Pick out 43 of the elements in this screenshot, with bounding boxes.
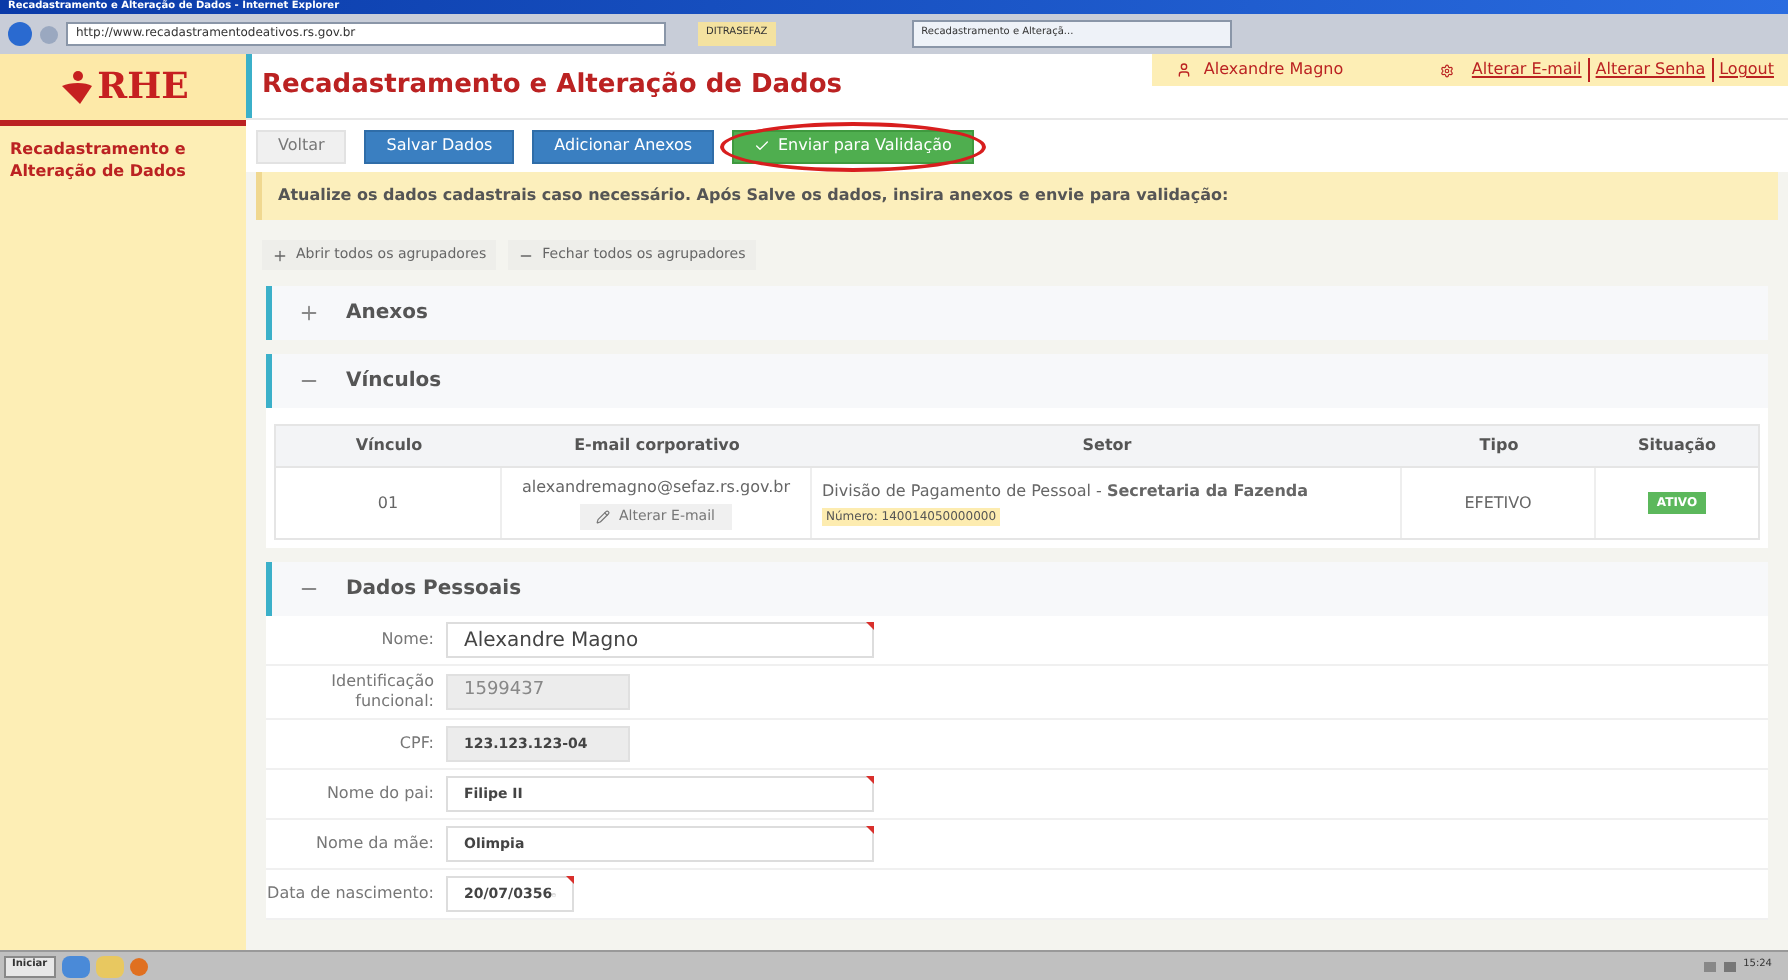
field-label: Identificação funcional: [329,672,436,712]
pencil-icon [596,510,611,524]
logo-text: RHE [97,69,189,105]
toolbar-button[interactable]: Adicionar Anexos [532,129,714,163]
page-title: Recadastramento e Alteração de Dados [262,68,843,105]
column-header: E-mail corporativo [572,434,742,458]
back-button[interactable] [8,22,32,46]
section-header[interactable]: Dados Pessoais [266,562,1768,616]
forward-button[interactable] [40,25,58,43]
folder-taskbar-icon[interactable] [95,955,124,977]
toolbar-button[interactable]: Voltar [256,129,347,163]
player-taskbar-icon[interactable] [129,957,148,975]
browser-taskbar-icon[interactable] [61,955,90,977]
plus-icon [272,247,288,263]
check-icon [754,138,770,154]
field-label: Data de nascimento: [266,884,436,904]
logo-icon [57,69,94,105]
field-label: Nome da mãe: [314,834,436,854]
sector-text: Divisão de Pagamento de Pessoal - Secretaria da Fazenda [822,480,1311,504]
table-cell: 01 [377,491,399,515]
notice-text: Atualize os dados cadastrais caso necessário. Após Salve os dados, insira anexos e envie para validação: [278,184,1229,208]
field-label: CPF: [397,734,436,754]
toolbar-button[interactable]: Salvar Dados [364,129,515,163]
user-name: Alexandre Magno [1203,58,1346,82]
column-header: Setor [1080,434,1134,458]
plus-icon [298,302,320,324]
field-label: Nome: [379,630,436,650]
input-field: 1599437 [446,674,630,710]
column-header: Situação [1635,434,1719,458]
input-field[interactable]: Alexandre Magno [446,622,874,658]
column-header: Vínculo [353,434,425,458]
settings-icon [1439,63,1454,77]
email-text: alexandremagno@sefaz.rs.gov.br [521,476,790,500]
section-header[interactable]: Vínculos [266,354,1768,408]
table-cell: EFETIVO [1464,491,1532,515]
header-link[interactable]: Alterar Senha [1587,58,1712,82]
header-link[interactable]: Alterar E-mail [1465,58,1588,82]
header-link[interactable]: Logout [1711,58,1780,82]
section-header[interactable]: Anexos [266,286,1768,340]
user-icon [1175,62,1192,78]
sidebar-item[interactable]: Recadastramento e Alteração de Dados [0,126,246,194]
column-header: Tipo [1477,434,1521,458]
field-label: Nome do pai: [324,784,436,804]
